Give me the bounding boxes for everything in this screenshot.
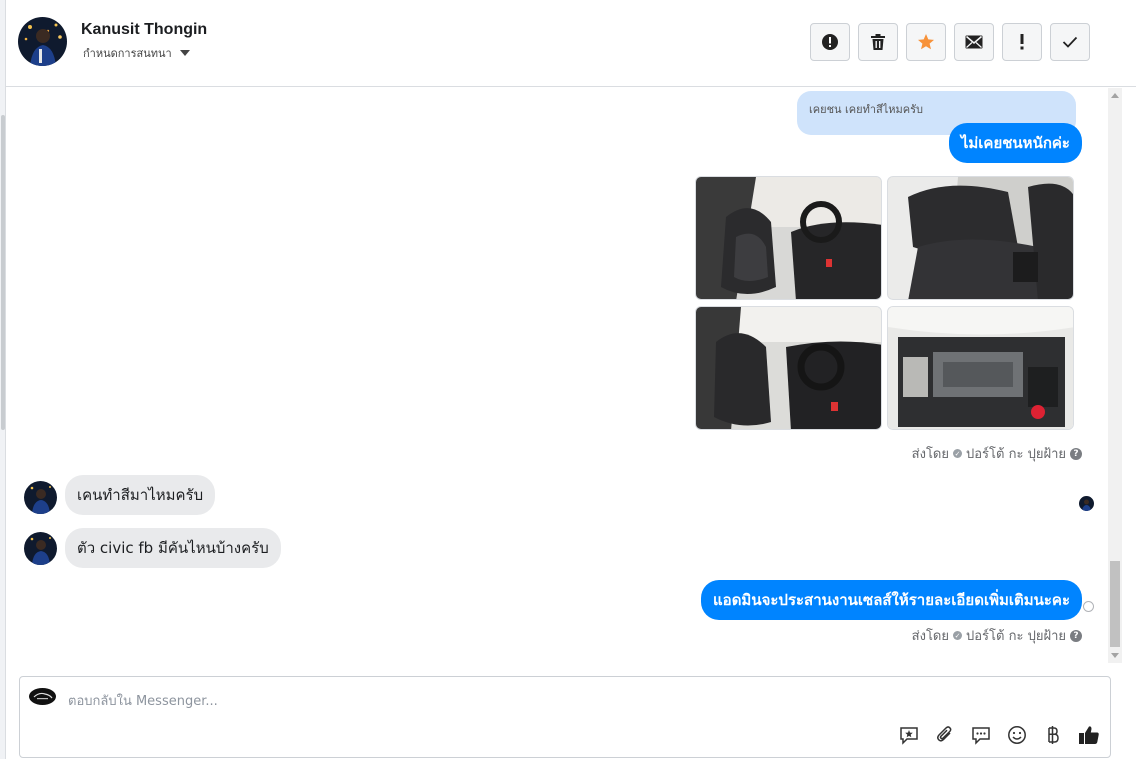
user-avatar[interactable] [18, 17, 67, 66]
photo-attachment-grid [695, 176, 1076, 430]
assign-conversation-dropdown[interactable]: กำหนดการสนทนา [83, 44, 190, 62]
page-logo-avatar [29, 688, 56, 705]
exclamation-icon [1020, 34, 1024, 50]
incoming-message[interactable]: ตัว civic fb มีคันไหนบ้างครับ [65, 528, 281, 568]
chat-scrollbar[interactable] [1108, 88, 1122, 663]
conversation-toolbar [810, 23, 1090, 61]
left-scrollbar-thumb[interactable] [1, 115, 5, 430]
outgoing-message[interactable]: ไม่เคยชนหนักค่ะ [948, 123, 1082, 163]
outgoing-message[interactable]: แอดมินจะประสานงานเซลส์ให้รายละเอียดเพิ่ม… [701, 580, 1082, 620]
car-dashboard-photo[interactable] [695, 306, 882, 430]
star-button[interactable] [906, 23, 946, 61]
sent-by-label: ส่งโดย [911, 447, 949, 462]
delete-button[interactable] [858, 23, 898, 61]
star-icon [918, 34, 934, 50]
reply-input[interactable]: ตอบกลับใน Messenger... [68, 690, 218, 711]
attachment-icon[interactable] [934, 724, 956, 746]
sent-by-name[interactable]: ปอร์โต้ กะ ปุยฝ้าย [966, 625, 1066, 646]
page-check-icon: ✓ [953, 449, 962, 458]
incoming-message[interactable]: เคนทำสีมาไหมครับ [65, 475, 216, 515]
help-icon[interactable]: ? [1070, 629, 1082, 642]
scroll-up-icon[interactable] [1111, 93, 1119, 98]
sent-status-icon [1083, 601, 1094, 612]
mark-unread-button[interactable] [954, 23, 994, 61]
mail-icon [965, 35, 983, 49]
sent-by-name[interactable]: ปอร์โต้ กะ ปุยฝ้าย [966, 443, 1066, 464]
sender-avatar[interactable] [24, 481, 57, 514]
scrollbar-thumb[interactable] [1110, 561, 1120, 647]
sent-by-label: ส่งโดย [911, 629, 949, 644]
spam-button[interactable] [810, 23, 850, 61]
thumbs-up-icon[interactable] [1078, 724, 1100, 746]
trash-icon [871, 34, 885, 50]
composer-toolbar [898, 724, 1100, 746]
sent-by-info: ส่งโดย ✓ ปอร์โต้ กะ ปุยฝ้าย ? [912, 625, 1082, 646]
spam-icon [822, 34, 838, 50]
quoted-message-text: เคยชน เคยทำสีไหมครับ [809, 103, 924, 116]
sent-by-info: ส่งโดย ✓ ปอร์โต้ กะ ปุยฝ้าย ? [912, 443, 1082, 464]
assign-label: กำหนดการสนทนา [83, 47, 172, 60]
done-button[interactable] [1050, 23, 1090, 61]
car-front-seats-photo[interactable] [695, 176, 882, 300]
user-name[interactable]: Kanusit Thongin [81, 21, 207, 39]
follow-up-button[interactable] [1002, 23, 1042, 61]
saved-reply-icon[interactable] [898, 724, 920, 746]
message-thread: เคยชน เคยทำสีไหมครับ ไม่เคยชนหนักค่ะ ส่ง… [6, 88, 1108, 663]
sender-avatar[interactable] [24, 532, 57, 565]
conversation-header: Kanusit Thongin กำหนดการสนทนา [6, 0, 1136, 87]
scroll-down-icon[interactable] [1111, 653, 1119, 658]
page-check-icon: ✓ [953, 631, 962, 640]
emoji-icon[interactable] [1006, 724, 1028, 746]
check-icon [1062, 36, 1078, 48]
baht-icon[interactable] [1042, 724, 1064, 746]
help-icon[interactable]: ? [1070, 447, 1082, 460]
conversation-panel: Kanusit Thongin กำหนดการสนทนา เคยชน เคยท… [6, 0, 1136, 759]
car-rear-seats-photo[interactable] [887, 176, 1074, 300]
seen-indicator-avatar [1079, 496, 1094, 511]
caret-down-icon [179, 50, 190, 56]
car-engine-photo[interactable] [887, 306, 1074, 430]
chat-icon[interactable] [970, 724, 992, 746]
message-composer[interactable]: ตอบกลับใน Messenger... [19, 676, 1111, 758]
